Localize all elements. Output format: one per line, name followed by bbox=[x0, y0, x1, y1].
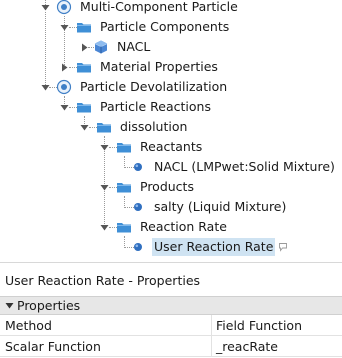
folder-icon bbox=[76, 59, 92, 75]
cube-icon bbox=[93, 39, 109, 55]
folder-icon bbox=[116, 179, 132, 195]
simulation-tree-window: Multi-Component Particle Particle Compon… bbox=[0, 0, 342, 358]
tree-node-label: Reaction Rate bbox=[140, 219, 227, 234]
tree-node-label: Material Properties bbox=[100, 59, 218, 74]
folder-icon bbox=[96, 119, 112, 135]
collapse-toggle-particle-components[interactable] bbox=[60, 23, 69, 32]
tree-node-label: Particle Devolatilization bbox=[80, 79, 228, 94]
blue-dot-icon bbox=[130, 159, 146, 175]
tree-node-material-properties[interactable]: Material Properties bbox=[76, 57, 220, 77]
expand-toggle-material-properties[interactable] bbox=[60, 63, 69, 72]
collapse-toggle-dissolution[interactable] bbox=[80, 123, 89, 132]
collapse-toggle-multi-component-particle[interactable] bbox=[41, 3, 50, 12]
collapse-toggle-particle-devolatilization[interactable] bbox=[41, 83, 50, 92]
blue-dot-icon bbox=[130, 199, 146, 215]
tree-node-particle-reactions[interactable]: Particle Reactions bbox=[76, 97, 213, 117]
tree-node-label: Particle Components bbox=[100, 19, 230, 34]
tree-node-products[interactable]: Products bbox=[116, 177, 196, 197]
collapse-toggle-products[interactable] bbox=[100, 183, 109, 192]
folder-icon bbox=[76, 99, 92, 115]
tree-node-reaction-rate[interactable]: Reaction Rate bbox=[116, 217, 229, 237]
folder-icon bbox=[116, 139, 132, 155]
tree-node-reactant-nacl[interactable]: NACL (LMPwet:Solid Mixture) bbox=[130, 157, 337, 177]
property-value[interactable]: _reacRate bbox=[212, 336, 342, 356]
blue-dot-icon bbox=[130, 239, 146, 255]
tree-node-label: Multi-Component Particle bbox=[80, 0, 238, 14]
tree-node-label: NACL (LMPwet:Solid Mixture) bbox=[154, 159, 335, 174]
properties-section-header[interactable]: Properties bbox=[0, 296, 342, 315]
caret-down-icon[interactable] bbox=[4, 301, 14, 310]
tree-node-particle-devolatilization[interactable]: Particle Devolatilization bbox=[56, 77, 229, 97]
collapse-toggle-reactants[interactable] bbox=[100, 143, 109, 152]
particle-target-icon bbox=[56, 0, 72, 15]
tree-node-user-reaction-rate[interactable]: User Reaction Rate bbox=[130, 237, 288, 257]
tree-node-label: dissolution bbox=[120, 119, 188, 134]
collapse-toggle-particle-reactions[interactable] bbox=[60, 103, 69, 112]
properties-panel-title: User Reaction Rate - Properties bbox=[0, 262, 342, 296]
tree-node-reactants[interactable]: Reactants bbox=[116, 137, 204, 157]
particle-target-icon bbox=[56, 79, 72, 95]
tree-node-dissolution[interactable]: dissolution bbox=[96, 117, 189, 137]
tree-node-particle-components[interactable]: Particle Components bbox=[76, 17, 231, 37]
tree-node-label: Products bbox=[140, 179, 194, 194]
tree-node-label: salty (Liquid Mixture) bbox=[154, 199, 287, 214]
tree-node-product-salty[interactable]: salty (Liquid Mixture) bbox=[130, 197, 288, 217]
tree-node-multi-component-particle[interactable]: Multi-Component Particle bbox=[56, 0, 240, 17]
object-tree[interactable]: Multi-Component Particle Particle Compon… bbox=[0, 0, 342, 262]
tree-node-nacl-component[interactable]: NACL bbox=[93, 37, 152, 57]
section-label: Properties bbox=[17, 298, 81, 313]
property-value[interactable]: Field Function bbox=[212, 315, 342, 335]
tree-node-label: User Reaction Rate bbox=[152, 238, 276, 256]
tree-node-label: Particle Reactions bbox=[100, 99, 211, 114]
property-row-scalar-function[interactable]: Scalar Function _reacRate bbox=[0, 336, 342, 357]
property-key: Scalar Function bbox=[0, 336, 212, 356]
folder-icon bbox=[116, 219, 132, 235]
tree-node-label: NACL bbox=[117, 39, 151, 54]
expand-toggle-nacl[interactable] bbox=[80, 43, 89, 52]
folder-icon bbox=[76, 19, 92, 35]
property-key: Method bbox=[0, 315, 212, 335]
tree-node-label: Reactants bbox=[140, 139, 203, 154]
collapse-toggle-reaction-rate[interactable] bbox=[100, 223, 109, 232]
tree-connector bbox=[45, 12, 46, 87]
comment-bubble-icon bbox=[278, 242, 288, 252]
property-row-method[interactable]: Method Field Function bbox=[0, 315, 342, 336]
